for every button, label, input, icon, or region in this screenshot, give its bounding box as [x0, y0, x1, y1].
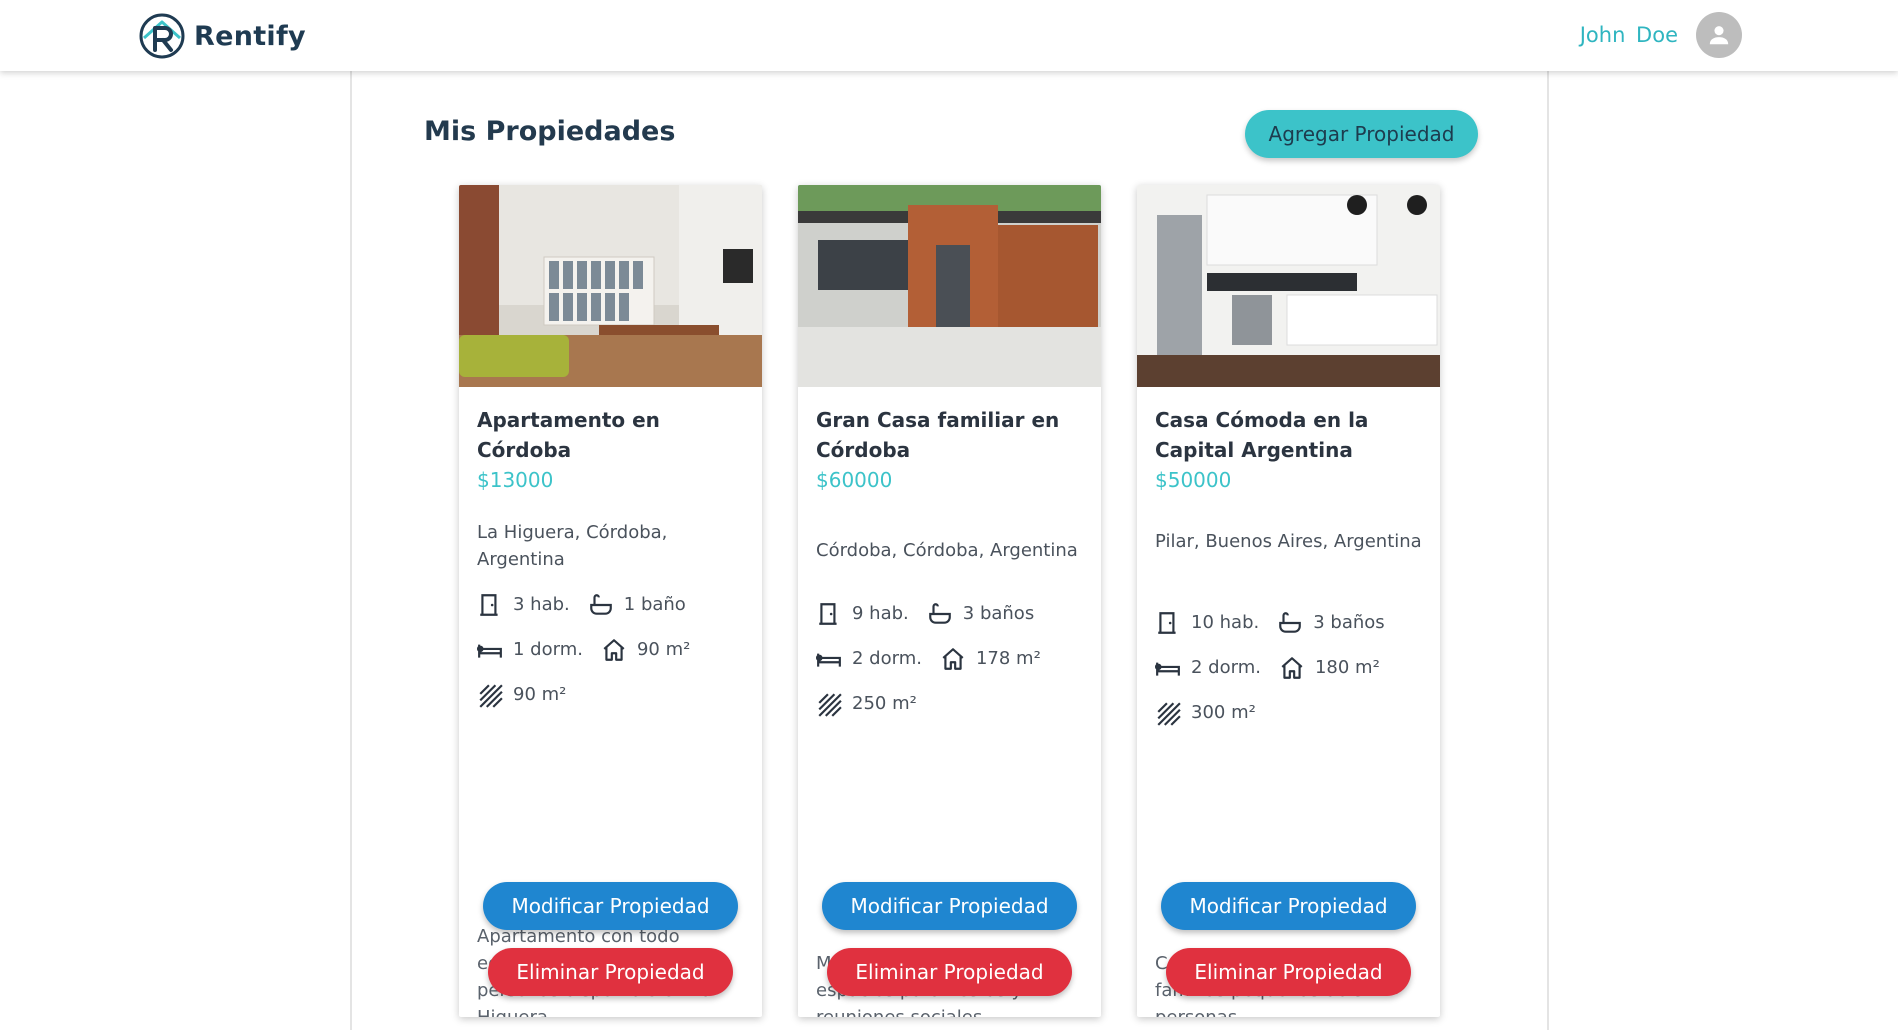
delete-property-button[interactable]: Eliminar Propiedad	[488, 948, 733, 996]
property-price: $50000	[1155, 468, 1232, 492]
property-location: Pilar, Buenos Aires, Argentina	[1155, 531, 1422, 552]
card-body: Gran Casa familiar en Córdoba $60000 Cór…	[816, 387, 1087, 1017]
bed-icon	[477, 644, 502, 658]
baths-text: 3 baños	[1313, 612, 1385, 633]
property-price: $13000	[477, 468, 554, 492]
covered-area-feature: 180 m²	[1279, 655, 1380, 681]
house-icon	[1281, 656, 1303, 679]
baths-text: 1 baño	[623, 594, 686, 615]
property-title: Casa Cómoda en la Capital Argentina	[1155, 408, 1369, 462]
covered-area-feature: 178 m²	[940, 646, 1041, 672]
modify-property-button[interactable]: Modificar Propiedad	[483, 882, 738, 930]
user-icon	[1709, 26, 1729, 45]
baths-feature: 1 baño	[588, 592, 686, 618]
user-name[interactable]: John Doe	[1580, 23, 1678, 47]
bedrooms-feature: 2 dorm.	[1155, 655, 1261, 681]
rooms-feature: 3 hab.	[477, 592, 570, 618]
area-hatch-icon	[479, 683, 503, 708]
property-location: Córdoba, Córdoba, Argentina	[816, 540, 1078, 561]
add-property-button[interactable]: Agregar Propiedad	[1245, 110, 1478, 158]
rentify-logo-icon	[139, 13, 185, 59]
house-icon	[942, 647, 964, 670]
baths-feature: 3 baños	[1277, 610, 1385, 636]
property-card: Casa Cómoda en la Capital Argentina $500…	[1137, 185, 1440, 1017]
property-price: $60000	[816, 468, 893, 492]
property-photo	[459, 185, 762, 387]
property-features: 9 hab. 3 baños 2 dorm. 178 m² 250 m²	[816, 591, 1101, 726]
rooms-text: 3 hab.	[513, 594, 570, 615]
card-body: Casa Cómoda en la Capital Argentina $500…	[1155, 387, 1426, 1017]
bathtub-icon	[589, 593, 612, 615]
modify-property-button[interactable]: Modificar Propiedad	[822, 882, 1077, 930]
rooms-feature: 9 hab.	[816, 601, 909, 627]
property-photo	[1137, 185, 1440, 387]
rooms-text: 9 hab.	[852, 603, 909, 624]
bedrooms-text: 1 dorm.	[513, 639, 583, 660]
total-area-feature: 250 m²	[816, 691, 917, 717]
rooms-text: 10 hab.	[1191, 612, 1260, 633]
property-photo	[798, 185, 1101, 387]
avatar[interactable]	[1696, 12, 1742, 58]
page-title: Mis Propiedades	[424, 116, 676, 147]
bed-icon	[1155, 662, 1180, 676]
delete-property-button[interactable]: Eliminar Propiedad	[827, 948, 1072, 996]
user-menu[interactable]: John Doe	[1580, 12, 1742, 58]
covered-area-text: 90 m²	[636, 639, 691, 660]
rooms-feature: 10 hab.	[1155, 610, 1259, 636]
modify-property-button[interactable]: Modificar Propiedad	[1161, 882, 1416, 930]
area-hatch-icon	[818, 692, 842, 717]
property-location: La Higuera, Córdoba, Argentina	[477, 522, 668, 570]
property-card: Apartamento en Córdoba $13000 La Higuera…	[459, 185, 762, 1017]
brand-home-link[interactable]: Rentify	[138, 12, 306, 60]
baths-feature: 3 baños	[927, 601, 1034, 627]
covered-area-text: 180 m²	[1314, 657, 1380, 678]
property-features: 10 hab. 3 baños 2 dorm. 180 m² 300 m²	[1155, 600, 1440, 735]
bedrooms-text: 2 dorm.	[1191, 657, 1261, 678]
delete-property-button[interactable]: Eliminar Propiedad	[1166, 948, 1411, 996]
total-area-feature: 300 m²	[1155, 700, 1256, 726]
property-title: Apartamento en Córdoba	[477, 408, 660, 462]
bed-icon	[816, 653, 841, 667]
bedrooms-text: 2 dorm.	[852, 648, 922, 669]
bedrooms-feature: 1 dorm.	[477, 637, 583, 663]
door-icon	[480, 593, 498, 616]
area-hatch-icon	[1157, 701, 1181, 726]
baths-text: 3 baños	[962, 603, 1035, 624]
bedrooms-feature: 2 dorm.	[816, 646, 922, 672]
house-icon	[603, 638, 625, 661]
card-body: Apartamento en Córdoba $13000 La Higuera…	[477, 387, 748, 1017]
property-title: Gran Casa familiar en Córdoba	[816, 408, 1060, 462]
covered-area-feature: 90 m²	[601, 637, 690, 663]
bathtub-icon	[1279, 611, 1302, 633]
bathtub-icon	[928, 602, 951, 624]
total-area-feature: 90 m²	[477, 682, 566, 708]
property-card: Gran Casa familiar en Córdoba $60000 Cór…	[798, 185, 1101, 1017]
covered-area-text: 178 m²	[975, 648, 1041, 669]
total-area-text: 250 m²	[852, 693, 917, 714]
brand-name: Rentify	[194, 20, 306, 52]
door-icon	[819, 602, 837, 625]
total-area-text: 90 m²	[513, 684, 567, 705]
top-navbar: Rentify John Doe	[0, 0, 1898, 71]
property-features: 3 hab. 1 baño 1 dorm. 90 m² 90 m²	[477, 582, 762, 717]
total-area-text: 300 m²	[1191, 702, 1256, 723]
door-icon	[1158, 611, 1176, 634]
